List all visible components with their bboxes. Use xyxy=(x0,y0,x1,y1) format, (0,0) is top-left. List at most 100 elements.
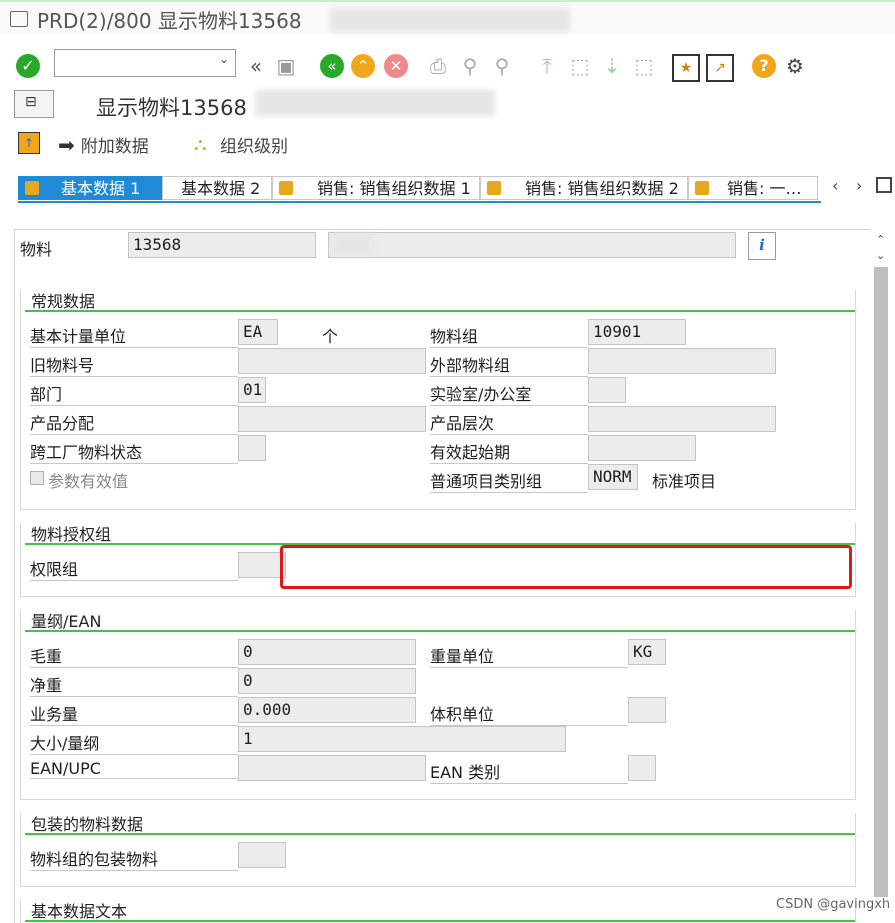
group-title: 量纲/EAN xyxy=(31,612,102,631)
tab-sales-general[interactable]: 销售: 一… xyxy=(688,176,818,200)
item-category-label: 普通项目类别组 xyxy=(430,468,588,493)
next-page-icon[interactable]: ⇣ xyxy=(600,54,624,78)
product-allocation-field[interactable] xyxy=(238,406,426,432)
scrollbar-thumb[interactable] xyxy=(874,267,888,897)
material-group-field[interactable]: 10901 xyxy=(588,319,686,345)
org-levels-label: 组织级别 xyxy=(220,137,288,157)
gear-icon[interactable]: ⚙ xyxy=(783,54,807,78)
chevron-down-icon[interactable]: ⌄ xyxy=(219,52,229,66)
base-uom-label: 基本计量单位 xyxy=(30,323,238,348)
standard-toolbar: ✓ ⌄ « ▣ « ⌃ ✕ ⎙ ⚲ ⚲ ⤒ ⬚ ⇣ ⬚ ★ ↗ ? ⚙ xyxy=(0,44,895,88)
tab-list-icon[interactable] xyxy=(876,177,892,193)
valid-from-label: 有效起始期 xyxy=(430,439,588,464)
ean-upc-label: EAN/UPC xyxy=(30,759,238,779)
back-double-icon[interactable]: « xyxy=(244,54,268,78)
division-label: 部门 xyxy=(30,381,238,406)
base-uom-field[interactable]: EA xyxy=(238,319,278,345)
weight-unit-field[interactable]: KG xyxy=(628,639,666,665)
product-hierarchy-label: 产品层次 xyxy=(430,410,588,435)
product-hierarchy-field[interactable] xyxy=(588,406,776,432)
back-icon[interactable]: « xyxy=(320,54,344,78)
info-icon: i xyxy=(759,236,765,254)
additional-data-label: 附加数据 xyxy=(80,137,149,157)
param-effectivity-label: 参数有效值 xyxy=(48,472,129,491)
material-description-field[interactable] xyxy=(328,232,736,258)
shortcut-icon[interactable]: ↗ xyxy=(706,54,734,82)
weight-unit-label: 重量单位 xyxy=(430,643,628,668)
tab-icon xyxy=(25,181,39,195)
arrow-right-icon: ➡ xyxy=(58,132,75,157)
vertical-scrollbar[interactable]: ⌃ ⌄ xyxy=(872,231,890,923)
additional-data-button[interactable]: ➡ 附加数据 xyxy=(58,132,149,158)
lab-office-field[interactable] xyxy=(588,377,626,403)
net-weight-field[interactable]: 0 xyxy=(238,668,416,694)
first-page-icon[interactable]: ⤒ xyxy=(535,54,559,78)
material-number-field[interactable]: 13568 xyxy=(128,232,316,258)
auth-group-field[interactable] xyxy=(238,552,286,578)
tab-icon xyxy=(279,181,293,195)
group-title-underline xyxy=(25,310,855,312)
enter-check-icon[interactable]: ✓ xyxy=(16,54,40,78)
tab-label: 销售: 一… xyxy=(727,179,802,198)
volume-unit-field[interactable] xyxy=(628,697,666,723)
tab-scroll-left-icon[interactable]: ‹ xyxy=(832,176,838,195)
cross-plant-status-label: 跨工厂物料状态 xyxy=(30,439,238,464)
layout-menu-button[interactable]: ⊟ xyxy=(14,90,54,118)
valid-from-field[interactable] xyxy=(588,435,696,461)
external-group-field[interactable] xyxy=(588,348,776,374)
tab-label: 销售: 销售组织数据 1 xyxy=(317,179,471,198)
gross-weight-field[interactable]: 0 xyxy=(238,639,416,665)
org-levels-button[interactable]: ⛬ 组织级别 xyxy=(194,132,288,157)
views-icon: ↑ xyxy=(18,132,40,154)
watermark: CSDN @gavingxh xyxy=(776,897,891,912)
old-material-field[interactable] xyxy=(238,348,426,374)
packaging-group-field[interactable] xyxy=(238,842,286,868)
application-toolbar: ↑ ➡ 附加数据 ⛬ 组织级别 xyxy=(0,126,895,162)
tab-label: 销售: 销售组织数据 2 xyxy=(525,179,679,198)
tab-sales-org-2[interactable]: 销售: 销售组织数据 2 xyxy=(480,176,688,200)
tab-basic-data-1[interactable]: 基本数据 1 xyxy=(18,176,162,200)
select-views-button[interactable]: ↑ xyxy=(18,132,40,154)
gross-weight-label: 毛重 xyxy=(30,643,238,668)
redacted-area xyxy=(255,90,495,116)
find-icon[interactable]: ⚲ xyxy=(458,54,482,78)
info-button[interactable]: i xyxy=(748,232,776,260)
redacted-area xyxy=(333,234,373,256)
tab-sales-org-1[interactable]: 销售: 销售组织数据 1 xyxy=(272,176,480,200)
tab-basic-data-2[interactable]: 基本数据 2 xyxy=(162,176,272,200)
new-session-icon[interactable]: ★ xyxy=(672,54,700,82)
tab-label: 基本数据 1 xyxy=(61,179,141,198)
material-group-label: 物料组 xyxy=(430,323,588,348)
tab-scroll-right-icon[interactable]: › xyxy=(856,176,862,195)
division-field[interactable]: 01 xyxy=(238,377,266,403)
cancel-icon[interactable]: ✕ xyxy=(384,54,408,78)
size-dimensions-label: 大小/量纲 xyxy=(30,730,238,755)
prev-page-icon[interactable]: ⬚ xyxy=(568,54,592,78)
exit-icon[interactable]: ⌃ xyxy=(351,54,375,78)
ean-upc-field[interactable] xyxy=(238,755,426,781)
find-next-icon[interactable]: ⚲ xyxy=(490,54,514,78)
param-effectivity-checkbox[interactable] xyxy=(30,471,44,485)
cross-plant-status-field[interactable] xyxy=(238,435,266,461)
group-title: 包装的物料数据 xyxy=(31,815,144,834)
command-input[interactable] xyxy=(55,50,209,74)
scroll-up-icon[interactable]: ⌃ xyxy=(876,233,885,246)
scroll-down-icon[interactable]: ⌄ xyxy=(876,249,885,262)
volume-field[interactable]: 0.000 xyxy=(238,697,416,723)
lab-office-label: 实验室/办公室 xyxy=(430,381,588,406)
print-icon[interactable]: ⎙ xyxy=(426,54,450,78)
save-icon[interactable]: ▣ xyxy=(274,54,298,78)
group-title: 常规数据 xyxy=(31,292,96,311)
ean-category-field[interactable] xyxy=(628,755,656,781)
app-title-bar: ⊟ 显示物料13568 xyxy=(0,88,895,124)
tab-icon xyxy=(487,181,501,195)
group-title-underline xyxy=(25,833,855,835)
page-title: 显示物料13568 xyxy=(96,96,247,120)
last-page-icon[interactable]: ⬚ xyxy=(632,54,656,78)
size-dimensions-field[interactable]: 1 xyxy=(238,726,566,752)
product-allocation-label: 产品分配 xyxy=(30,410,238,435)
item-category-field[interactable]: NORM xyxy=(588,464,638,490)
window-menu-icon[interactable] xyxy=(10,11,28,27)
command-field[interactable]: ⌄ xyxy=(54,49,236,77)
help-icon[interactable]: ? xyxy=(752,54,776,78)
